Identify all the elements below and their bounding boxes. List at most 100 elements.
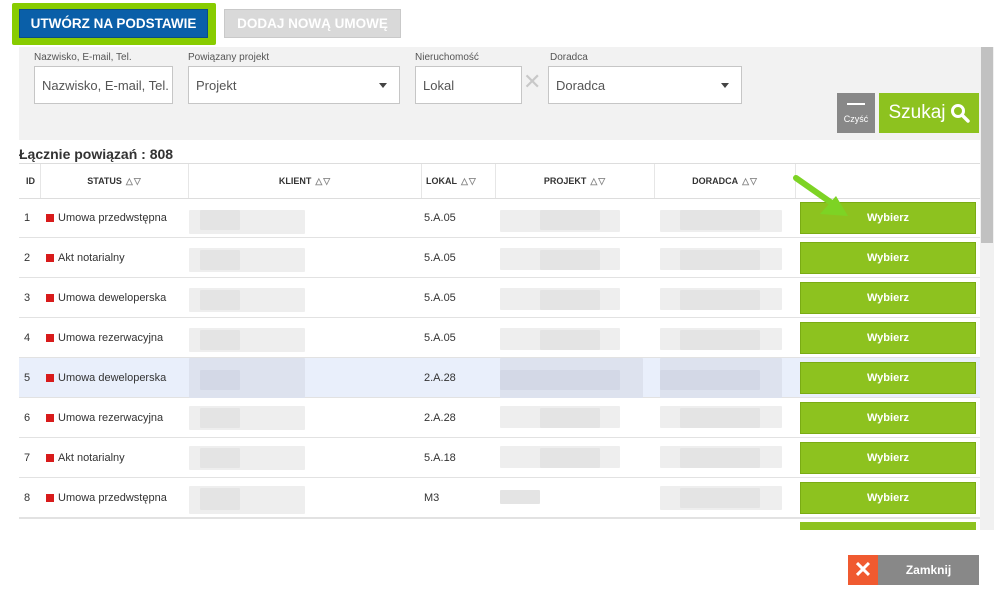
row-id: 2 bbox=[24, 252, 31, 264]
redacted-project bbox=[540, 408, 600, 428]
table-row[interactable]: 3 Umowa deweloperska 5.A.05 Wybierz bbox=[19, 278, 980, 318]
select-row-button[interactable]: Wybierz bbox=[800, 282, 976, 314]
row-id: 5 bbox=[24, 372, 31, 384]
select-row-button[interactable]: Wybierz bbox=[800, 242, 976, 274]
redacted-client bbox=[200, 370, 240, 390]
status-badge bbox=[46, 214, 54, 222]
row-id: 8 bbox=[24, 492, 31, 504]
redacted-advisor bbox=[680, 210, 760, 230]
column-advisor[interactable]: DORADCA △▽ bbox=[655, 164, 796, 198]
column-client[interactable]: KLIENT △▽ bbox=[189, 164, 422, 198]
table-row[interactable]: 7 Akt notarialny 5.A.18 Wybierz bbox=[19, 438, 980, 478]
sort-icon[interactable]: △▽ bbox=[315, 176, 331, 187]
select-row-button[interactable]: Wybierz bbox=[800, 482, 976, 514]
column-unit-label: LOKAL bbox=[426, 176, 457, 186]
select-row-button[interactable]: Wybierz bbox=[800, 442, 976, 474]
table-row[interactable]: 4 Umowa rezerwacyjna 5.A.05 Wybierz bbox=[19, 318, 980, 358]
select-row-button-partial[interactable] bbox=[800, 522, 976, 530]
row-unit: 5.A.05 bbox=[424, 252, 456, 264]
close-button-label: Zamknij bbox=[905, 563, 952, 577]
clear-filters-label: Czyść bbox=[843, 113, 869, 124]
redacted-advisor bbox=[680, 408, 760, 428]
redacted-project bbox=[540, 330, 600, 350]
advisor-filter-label: Doradca bbox=[550, 52, 588, 63]
advisor-select[interactable]: Doradca bbox=[548, 66, 742, 104]
table-row[interactable]: 8 Umowa przedwstępna M3 Wybierz bbox=[19, 478, 980, 518]
row-status: Umowa deweloperska bbox=[46, 278, 166, 318]
select-row-button[interactable]: Wybierz bbox=[800, 362, 976, 394]
column-id-label: ID bbox=[26, 176, 35, 186]
chevron-down-icon bbox=[379, 83, 387, 88]
row-unit: 5.A.05 bbox=[424, 212, 456, 224]
row-unit: 5.A.05 bbox=[424, 292, 456, 304]
row-status-text: Umowa przedwstępna bbox=[58, 492, 167, 504]
redacted-project bbox=[540, 250, 600, 270]
row-unit: 5.A.05 bbox=[424, 332, 456, 344]
column-unit[interactable]: LOKAL △▽ bbox=[422, 164, 496, 198]
pointer-arrow-icon bbox=[793, 175, 848, 216]
column-client-label: KLIENT bbox=[278, 176, 312, 186]
row-status-text: Umowa przedwstępna bbox=[58, 212, 167, 224]
create-based-button[interactable]: UTWÓRZ NA PODSTAWIE bbox=[19, 9, 208, 38]
status-badge bbox=[46, 254, 54, 262]
status-badge bbox=[46, 294, 54, 302]
redacted-advisor bbox=[680, 488, 760, 508]
row-status: Umowa przedwstępna bbox=[46, 198, 167, 238]
close-button[interactable]: ✕ Zamknij bbox=[848, 555, 979, 585]
status-badge bbox=[46, 334, 54, 342]
redacted-client bbox=[200, 290, 240, 310]
redacted-client bbox=[200, 250, 240, 270]
column-id[interactable]: ID bbox=[19, 164, 41, 198]
clear-filters-button[interactable]: Czyść bbox=[837, 93, 875, 133]
sort-icon[interactable]: △▽ bbox=[126, 176, 142, 187]
row-unit: 2.A.28 bbox=[424, 412, 456, 424]
status-badge bbox=[46, 414, 54, 422]
redacted-advisor bbox=[680, 448, 760, 468]
column-status[interactable]: STATUS △▽ bbox=[41, 164, 189, 198]
add-new-contract-button[interactable]: DODAJ NOWĄ UMOWĘ bbox=[224, 9, 401, 38]
search-button[interactable]: Szukaj bbox=[879, 93, 979, 133]
minus-icon bbox=[847, 102, 865, 105]
redacted-advisor bbox=[680, 330, 760, 350]
name-filter-label: Nazwisko, E-mail, Tel. bbox=[34, 52, 132, 63]
project-select[interactable]: Projekt bbox=[188, 66, 400, 104]
redacted-project bbox=[540, 290, 600, 310]
row-status: Umowa przedwstępna bbox=[46, 478, 167, 518]
row-id: 6 bbox=[24, 412, 31, 424]
name-filter-input[interactable]: Nazwisko, E-mail, Tel. bbox=[34, 66, 173, 104]
close-icon: ✕ bbox=[848, 555, 878, 585]
select-row-button[interactable]: Wybierz bbox=[800, 402, 976, 434]
column-project[interactable]: PROJEKT △▽ bbox=[496, 164, 655, 198]
scrollbar-thumb[interactable] bbox=[981, 47, 993, 243]
property-filter-input[interactable]: Lokal bbox=[415, 66, 522, 104]
row-status: Umowa deweloperska bbox=[46, 358, 166, 398]
redacted-project bbox=[540, 448, 600, 468]
select-row-button[interactable]: Wybierz bbox=[800, 322, 976, 354]
row-id: 4 bbox=[24, 332, 31, 344]
search-icon bbox=[950, 104, 970, 123]
row-status-text: Umowa rezerwacyjna bbox=[58, 412, 164, 424]
status-badge bbox=[46, 374, 54, 382]
status-badge bbox=[46, 494, 54, 502]
clear-property-icon[interactable]: ✕ bbox=[523, 71, 541, 93]
sort-icon[interactable]: △▽ bbox=[590, 176, 606, 187]
sort-icon[interactable]: △▽ bbox=[742, 176, 758, 187]
row-id: 1 bbox=[24, 212, 31, 224]
row-unit: M3 bbox=[424, 492, 440, 504]
row-status: Umowa rezerwacyjna bbox=[46, 398, 163, 438]
sort-icon[interactable]: △▽ bbox=[461, 176, 477, 187]
table-row[interactable]: 2 Akt notarialny 5.A.05 Wybierz bbox=[19, 238, 980, 278]
redacted-client bbox=[200, 408, 240, 428]
redacted-project bbox=[500, 370, 620, 390]
table-row[interactable]: 6 Umowa rezerwacyjna 2.A.28 Wybierz bbox=[19, 398, 980, 438]
row-id: 3 bbox=[24, 292, 31, 304]
row-status-text: Akt notarialny bbox=[58, 252, 125, 264]
total-count: Łącznie powiązań : 808 bbox=[19, 146, 174, 162]
redacted-advisor bbox=[680, 250, 760, 270]
row-status-text: Akt notarialny bbox=[58, 452, 125, 464]
table-row-highlighted[interactable]: 5 Umowa deweloperska 2.A.28 Wybierz bbox=[19, 358, 980, 398]
redacted-client bbox=[200, 210, 240, 230]
property-filter-label: Nieruchomość bbox=[415, 52, 479, 63]
row-status: Akt notarialny bbox=[46, 438, 125, 478]
row-status: Akt notarialny bbox=[46, 238, 125, 278]
